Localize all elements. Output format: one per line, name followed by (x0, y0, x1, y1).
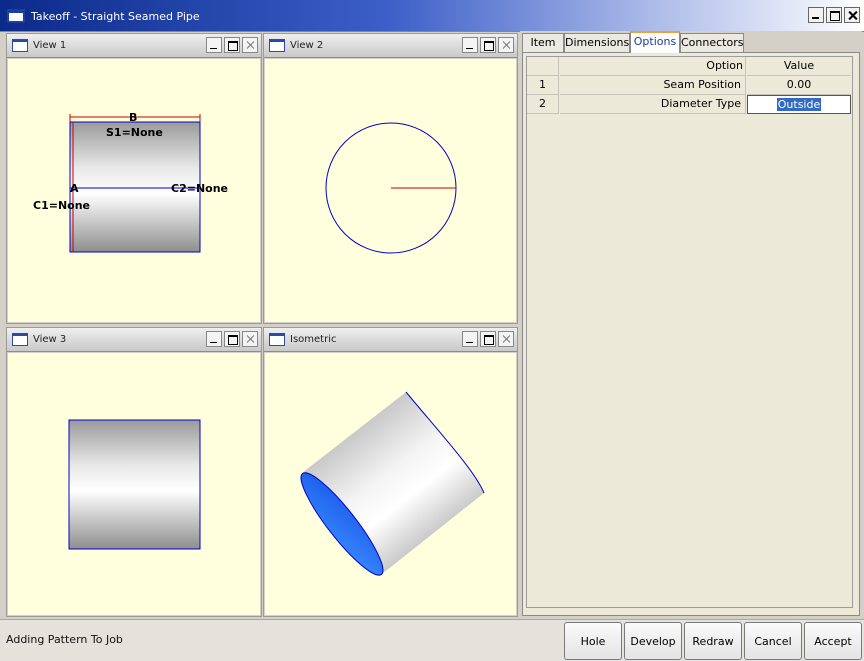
label-b: B (129, 111, 137, 124)
maximize-icon[interactable] (480, 37, 496, 53)
view-3-header: View 3 (7, 328, 261, 352)
accept-button[interactable]: Accept (804, 622, 862, 660)
diameter-type-select[interactable]: Outside (747, 95, 851, 114)
label-s1: S1=None (106, 126, 163, 139)
isometric-canvas[interactable] (265, 353, 516, 615)
window-title: Takeoff - Straight Seamed Pipe (31, 10, 200, 23)
isometric-header: Isometric (264, 328, 517, 352)
view-2-controls (462, 37, 514, 53)
view-window-icon (269, 39, 285, 52)
close-icon[interactable] (844, 7, 860, 23)
maximize-icon[interactable] (480, 331, 496, 347)
isometric-controls (462, 331, 514, 347)
view-2-pane: View 2 (263, 33, 518, 324)
view-1-title: View 1 (33, 40, 67, 51)
table-row[interactable]: 2 Diameter Type Outside (527, 95, 852, 114)
develop-button[interactable]: Develop (624, 622, 682, 660)
tab-options[interactable]: Options (630, 31, 680, 53)
maximize-icon[interactable] (224, 37, 240, 53)
view-2-canvas[interactable] (265, 59, 516, 322)
view-3-title: View 3 (33, 334, 67, 345)
isometric-pipe-body (302, 392, 484, 574)
view-1-pane: View 1 B S1=None A C2=None C1=None (6, 33, 262, 324)
tab-dimensions[interactable]: Dimensions (564, 33, 630, 52)
hole-button[interactable]: Hole (564, 622, 622, 660)
maximize-icon[interactable] (826, 7, 842, 23)
cancel-button[interactable]: Cancel (744, 622, 802, 660)
table-row[interactable]: 1 Seam Position 0.00 (527, 76, 852, 95)
options-tab-body: Option Value 1 Seam Position 0.00 2 Diam… (522, 52, 860, 616)
redraw-button[interactable]: Redraw (684, 622, 742, 660)
properties-panel: Item Dimensions Options Connectors Optio… (520, 31, 862, 617)
row-number: 1 (527, 76, 559, 95)
view-1-header: View 1 (7, 34, 261, 58)
view-2-title: View 2 (290, 40, 324, 51)
option-name: Seam Position (560, 76, 746, 95)
view-3-canvas[interactable] (8, 353, 260, 615)
row-number: 2 (527, 95, 559, 114)
close-icon[interactable] (498, 331, 514, 347)
options-grid: Option Value 1 Seam Position 0.00 2 Diam… (526, 56, 853, 608)
view-1-controls (206, 37, 258, 53)
maximize-icon[interactable] (224, 331, 240, 347)
tab-item[interactable]: Item (522, 33, 564, 52)
minimize-icon[interactable] (206, 331, 222, 347)
view-window-icon (269, 333, 285, 346)
header-option: Option (560, 57, 746, 76)
option-name: Diameter Type (560, 95, 746, 114)
view-2-header: View 2 (264, 34, 517, 58)
minimize-icon[interactable] (808, 7, 824, 23)
isometric-title: Isometric (290, 334, 337, 345)
pipe-top-view (68, 419, 201, 550)
tab-connectors[interactable]: Connectors (680, 33, 744, 52)
label-c1: C1=None (33, 199, 90, 212)
label-c2: C2=None (171, 182, 228, 195)
minimize-icon[interactable] (462, 37, 478, 53)
grid-corner-cell (527, 57, 559, 76)
view-3-controls (206, 331, 258, 347)
view-3-pane: View 3 (6, 327, 262, 617)
title-bar: Takeoff - Straight Seamed Pipe (0, 0, 864, 32)
window-controls (808, 7, 860, 23)
view-window-icon (12, 333, 28, 346)
view-1-canvas[interactable]: B S1=None A C2=None C1=None (8, 59, 260, 322)
status-message: Adding Pattern To Job (6, 633, 123, 646)
label-a: A (70, 182, 79, 195)
seam-position-value[interactable]: 0.00 (747, 76, 851, 95)
close-icon[interactable] (242, 331, 258, 347)
close-icon[interactable] (242, 37, 258, 53)
action-buttons: Hole Develop Redraw Cancel Accept (564, 622, 862, 660)
minimize-icon[interactable] (462, 331, 478, 347)
close-icon[interactable] (498, 37, 514, 53)
status-bar: Adding Pattern To Job Hole Develop Redra… (0, 619, 864, 661)
app-window-icon (7, 9, 25, 23)
isometric-pane: Isometric (263, 327, 518, 617)
view-window-icon (12, 39, 28, 52)
header-value: Value (747, 57, 851, 76)
minimize-icon[interactable] (206, 37, 222, 53)
grid-header-row: Option Value (527, 57, 852, 76)
diameter-type-value: Outside (776, 98, 822, 111)
